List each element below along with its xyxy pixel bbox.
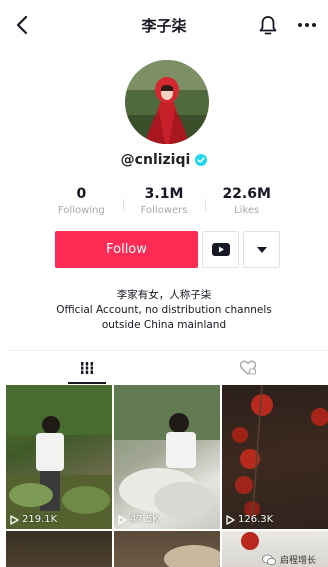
youtube-icon bbox=[211, 243, 230, 256]
bio-line: outside China mainland bbox=[101, 319, 227, 331]
top-bar: 李子柒 bbox=[0, 0, 328, 48]
play-icon bbox=[10, 514, 19, 525]
wechat-icon bbox=[262, 554, 276, 565]
view-count-text: 126.3K bbox=[238, 514, 274, 525]
video-thumbnail-image bbox=[232, 385, 328, 526]
view-count: 219.1K bbox=[10, 514, 57, 525]
avatar-image bbox=[125, 60, 209, 144]
username: @cnliziqi bbox=[120, 152, 191, 168]
video-grid: 219.1K 47.5K 126.3K bbox=[6, 385, 328, 567]
view-count: 126.3K bbox=[226, 514, 273, 525]
video-thumbnail[interactable] bbox=[6, 531, 112, 567]
stat-followers[interactable]: 3.1M Followers bbox=[122, 185, 206, 221]
verified-badge-icon bbox=[195, 154, 208, 166]
caret-down-icon bbox=[256, 246, 267, 253]
watermark-text: 启程增长 bbox=[280, 556, 317, 566]
more-options-dropdown[interactable] bbox=[243, 231, 280, 268]
stat-following[interactable]: 0 Following bbox=[40, 185, 123, 221]
tab-videos[interactable] bbox=[6, 351, 167, 384]
view-count-text: 47.5K bbox=[130, 514, 159, 525]
youtube-button[interactable] bbox=[202, 231, 239, 268]
video-thumbnail-image bbox=[6, 385, 112, 529]
more-icon[interactable] bbox=[296, 16, 318, 34]
video-thumbnail[interactable]: 219.1K bbox=[6, 385, 112, 529]
video-thumbnail[interactable]: 47.5K bbox=[114, 385, 220, 529]
view-count-text: 219.1K bbox=[22, 514, 58, 525]
bell-icon[interactable] bbox=[258, 14, 278, 36]
stat-value: 3.1M bbox=[144, 186, 184, 202]
video-thumbnail[interactable]: 126.3K bbox=[222, 385, 328, 529]
heart-icon bbox=[239, 360, 256, 375]
watermark: 启程增长 bbox=[262, 553, 316, 566]
profile-stats: 0 Following 3.1M Followers 22.6M Likes bbox=[40, 185, 288, 221]
page-title: 李子柒 bbox=[141, 17, 187, 35]
avatar[interactable] bbox=[125, 60, 209, 144]
username-row: @cnliziqi bbox=[0, 152, 328, 168]
video-thumbnail[interactable] bbox=[114, 531, 220, 567]
stat-label: Followers bbox=[140, 205, 188, 216]
stat-value: 22.6M bbox=[222, 186, 271, 202]
profile-bio: 李家有女，人称子柒 Official Account, no distribut… bbox=[0, 288, 328, 333]
video-thumbnail-image bbox=[164, 545, 220, 567]
bio-line: 李家有女，人称子柒 bbox=[116, 289, 212, 301]
view-count: 47.5K bbox=[118, 514, 159, 525]
stat-likes: 22.6M Likes bbox=[205, 185, 288, 221]
stat-value: 0 bbox=[76, 186, 87, 202]
play-icon bbox=[226, 514, 235, 525]
stat-label: Following bbox=[57, 205, 105, 216]
tab-liked[interactable] bbox=[167, 351, 328, 384]
stat-label: Likes bbox=[234, 205, 260, 216]
profile-tabs bbox=[6, 350, 328, 384]
grid-icon bbox=[79, 361, 94, 374]
video-thumbnail-image bbox=[114, 385, 220, 518]
follow-button[interactable]: Follow bbox=[55, 231, 198, 268]
play-icon bbox=[118, 514, 127, 525]
bio-line: Official Account, no distribution channe… bbox=[56, 304, 272, 316]
